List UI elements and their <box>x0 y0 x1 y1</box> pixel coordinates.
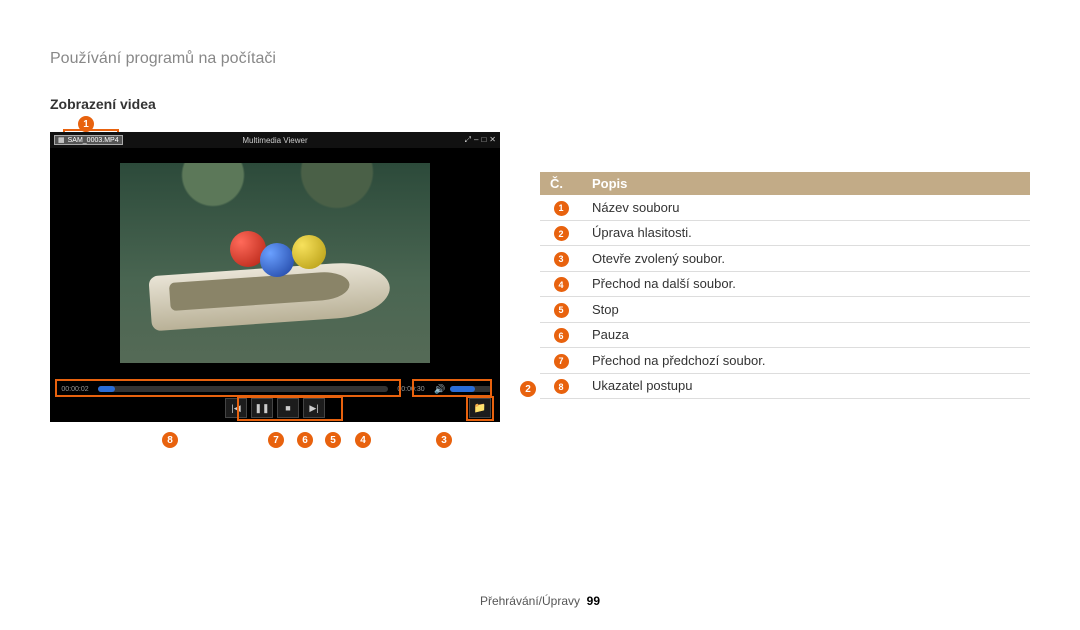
maximize-icon[interactable]: □ <box>481 135 486 145</box>
row-description: Stop <box>582 297 1030 323</box>
callout-5: 5 <box>325 432 341 448</box>
row-number: 5 <box>554 303 569 318</box>
row-description: Pauza <box>582 322 1030 348</box>
table-row: 3 Otevře zvolený soubor. <box>540 246 1030 272</box>
open-file-button[interactable]: 📁 <box>469 398 491 418</box>
close-icon[interactable]: ✕ <box>489 135 496 145</box>
video-frame <box>50 148 500 378</box>
callout-7: 7 <box>268 432 284 448</box>
callout-1: 1 <box>78 116 94 132</box>
prev-button[interactable]: |◀ <box>225 398 247 418</box>
col-number: Č. <box>540 172 582 195</box>
table-row: 8 Ukazatel postupu <box>540 373 1030 399</box>
window-controls[interactable]: ⤢ – □ ✕ <box>465 135 496 145</box>
callout-3: 3 <box>436 432 452 448</box>
expand-icon[interactable]: ⤢ <box>465 135 471 145</box>
table-row: 7 Přechod na předchozí soubor. <box>540 348 1030 374</box>
callout-2: 2 <box>520 381 536 397</box>
col-description: Popis <box>582 172 1030 195</box>
table-row: 6 Pauza <box>540 322 1030 348</box>
titlebar: ▦ SAM_0003.MP4 Multimedia Viewer ⤢ – □ ✕ <box>50 132 500 148</box>
callout-8: 8 <box>162 432 178 448</box>
callout-4: 4 <box>355 432 371 448</box>
player-controls: 00:00:02 00:00:30 🔊 |◀ ❚❚ <box>50 378 500 422</box>
description-table: Č. Popis 1 Název souboru2 Úprava hlasito… <box>540 172 1030 399</box>
row-description: Úprava hlasitosti. <box>582 220 1030 246</box>
table-row: 5 Stop <box>540 297 1030 323</box>
next-button[interactable]: ▶| <box>303 398 325 418</box>
subtitle: Zobrazení videa <box>50 96 1030 112</box>
row-description: Otevře zvolený soubor. <box>582 246 1030 272</box>
row-description: Název souboru <box>582 195 1030 220</box>
row-number: 2 <box>554 226 569 241</box>
film-icon: ▦ <box>58 136 65 144</box>
row-number: 6 <box>554 328 569 343</box>
app-title: Multimedia Viewer <box>242 136 307 145</box>
time-total: 00:00:30 <box>394 386 428 393</box>
file-name-tag[interactable]: ▦ SAM_0003.MP4 <box>54 135 123 145</box>
file-name-text: SAM_0003.MP4 <box>68 137 119 144</box>
row-description: Přechod na další soubor. <box>582 271 1030 297</box>
page-footer: Přehrávání/Úpravy 99 <box>0 594 1080 608</box>
row-number: 3 <box>554 252 569 267</box>
table-row: 1 Název souboru <box>540 195 1030 220</box>
time-current: 00:00:02 <box>58 386 92 393</box>
minimize-icon[interactable]: – <box>474 135 478 145</box>
volume-slider[interactable] <box>450 386 492 392</box>
row-number: 4 <box>554 277 569 292</box>
pause-button[interactable]: ❚❚ <box>251 398 273 418</box>
video-player-window: ▦ SAM_0003.MP4 Multimedia Viewer ⤢ – □ ✕ <box>50 132 500 422</box>
progress-bar[interactable] <box>98 386 388 392</box>
volume-icon[interactable]: 🔊 <box>434 384 444 395</box>
row-number: 1 <box>554 201 569 216</box>
video-still <box>120 163 430 363</box>
row-number: 7 <box>554 354 569 369</box>
table-row: 4 Přechod na další soubor. <box>540 271 1030 297</box>
stop-button[interactable]: ■ <box>277 398 299 418</box>
row-description: Přechod na předchozí soubor. <box>582 348 1030 374</box>
section-title: Používání programů na počítači <box>50 50 1030 68</box>
page-number: 99 <box>587 594 600 608</box>
row-description: Ukazatel postupu <box>582 373 1030 399</box>
callout-6: 6 <box>297 432 313 448</box>
row-number: 8 <box>554 379 569 394</box>
footer-breadcrumb: Přehrávání/Úpravy <box>480 594 580 608</box>
table-row: 2 Úprava hlasitosti. <box>540 220 1030 246</box>
